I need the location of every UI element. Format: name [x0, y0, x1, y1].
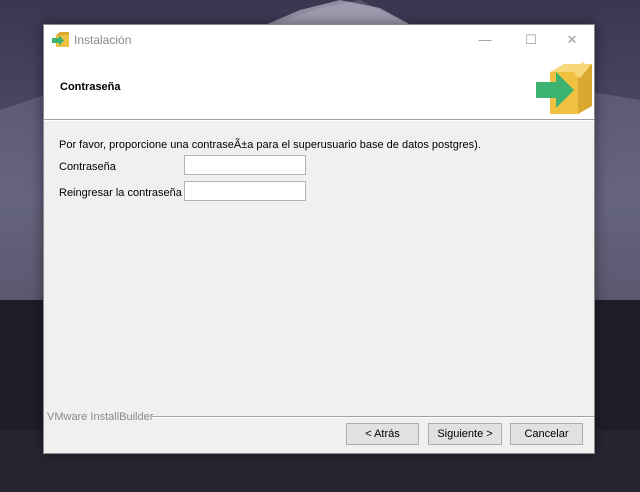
title-bar[interactable]: Instalación — ☐ ✕	[44, 25, 594, 56]
cancel-button[interactable]: Cancelar	[510, 423, 583, 445]
installer-app-icon	[52, 32, 69, 47]
installer-box-arrow-icon	[536, 62, 592, 114]
instructions-text: Por favor, proporcione una contraseÃ±a p…	[59, 139, 481, 151]
password-field[interactable]	[184, 155, 306, 175]
page-header: Contraseña	[44, 56, 594, 119]
back-button[interactable]: < Atrás	[346, 423, 419, 445]
page-title: Contraseña	[60, 81, 121, 93]
confirm-password-label: Reingresar la contraseña	[59, 187, 182, 199]
maximize-button[interactable]: ☐	[508, 25, 554, 56]
installer-window: Instalación — ☐ ✕ Contraseña Por favor, …	[43, 24, 595, 454]
password-label: Contraseña	[59, 161, 116, 173]
next-button[interactable]: Siguiente >	[428, 423, 502, 445]
window-title: Instalación	[74, 33, 132, 47]
password-form: Por favor, proporcione una contraseÃ±a p…	[44, 121, 594, 411]
footer-divider	[152, 416, 594, 418]
confirm-password-field[interactable]	[184, 181, 306, 201]
close-button[interactable]: ✕	[549, 25, 595, 56]
installbuilder-brand: VMware InstallBuilder	[47, 411, 154, 423]
minimize-button[interactable]: —	[462, 25, 508, 56]
